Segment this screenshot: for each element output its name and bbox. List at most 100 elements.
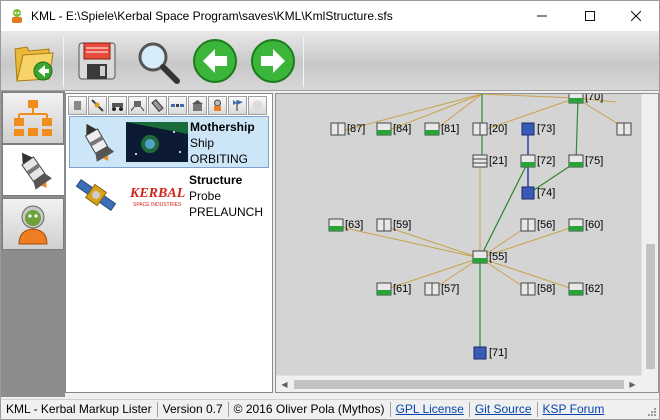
graph-node[interactable]: [70] bbox=[568, 94, 603, 104]
probe-icon bbox=[91, 99, 104, 112]
graph-connections bbox=[335, 94, 629, 354]
part-gray-icon bbox=[616, 122, 632, 136]
graph-node[interactable]: [63] bbox=[328, 218, 363, 232]
vessel-item-mothership[interactable]: Mothership Ship ORBITING bbox=[69, 116, 269, 168]
graph-node[interactable]: [61] bbox=[376, 282, 411, 296]
part-green-icon bbox=[472, 250, 488, 264]
graph-horizontal-scrollbar[interactable]: ◀ ▶ bbox=[276, 375, 641, 392]
part-green-icon bbox=[376, 282, 392, 296]
arrow-right-icon bbox=[251, 39, 295, 83]
kerbal-icon bbox=[18, 205, 48, 245]
scroll-corner bbox=[641, 375, 658, 392]
rover-filter[interactable] bbox=[108, 96, 127, 115]
left-nav bbox=[1, 91, 65, 397]
vessel-state: ORBITING bbox=[190, 152, 249, 166]
git-source-link[interactable]: Git Source bbox=[470, 402, 538, 417]
scroll-thumb[interactable] bbox=[294, 380, 624, 389]
flag-space-image bbox=[126, 122, 188, 162]
ship-icon bbox=[151, 99, 164, 112]
ship-filter[interactable] bbox=[148, 96, 167, 115]
open-button[interactable] bbox=[7, 33, 59, 89]
part-striped-icon bbox=[472, 154, 488, 168]
scroll-left-icon[interactable]: ◀ bbox=[276, 376, 293, 392]
vessel-filter-bar bbox=[68, 96, 270, 116]
maximize-button[interactable] bbox=[567, 1, 613, 31]
scroll-thumb[interactable] bbox=[646, 244, 655, 369]
graph-node[interactable]: [55] bbox=[472, 250, 507, 264]
graph-node[interactable]: [84] bbox=[376, 122, 411, 136]
forward-button[interactable] bbox=[247, 33, 299, 89]
graph-node[interactable]: [58] bbox=[520, 282, 555, 296]
part-green-icon bbox=[376, 122, 392, 136]
unknown-icon bbox=[252, 100, 263, 111]
part-graph-panel[interactable]: [87] [84] [81] [20] [73] [21] [72] [75] … bbox=[275, 93, 659, 393]
lander-filter[interactable] bbox=[128, 96, 147, 115]
graph-node[interactable]: [81] bbox=[424, 122, 459, 136]
vessel-item-structure[interactable]: KERBAL SPACE INDUSTRIES Structure Probe … bbox=[69, 170, 269, 222]
base-filter[interactable] bbox=[188, 96, 207, 115]
graph-vertical-scrollbar[interactable] bbox=[641, 94, 658, 376]
scroll-right-icon[interactable]: ▶ bbox=[624, 376, 641, 392]
rover-icon bbox=[112, 103, 123, 111]
gpl-license-link[interactable]: GPL License bbox=[391, 402, 470, 417]
toolbar bbox=[1, 31, 659, 91]
part-gray-icon bbox=[330, 122, 346, 136]
graph-node[interactable]: [73] bbox=[520, 122, 555, 136]
graph-node[interactable]: [72] bbox=[520, 154, 555, 168]
vessel-list-panel: Mothership Ship ORBITING KERBAL SPACE IN… bbox=[65, 93, 273, 393]
graph-node[interactable]: [74] bbox=[520, 186, 555, 200]
vessels-nav[interactable] bbox=[2, 144, 64, 196]
part-green-icon bbox=[520, 154, 536, 168]
flag-filter[interactable] bbox=[228, 96, 247, 115]
station-icon bbox=[171, 104, 184, 107]
part-green-icon bbox=[424, 122, 440, 136]
toolbar-separator bbox=[303, 35, 304, 87]
vessel-type: Ship bbox=[190, 136, 215, 150]
save-button[interactable] bbox=[71, 33, 123, 89]
rocket-icon bbox=[20, 152, 52, 190]
graph-node[interactable]: [57] bbox=[424, 282, 459, 296]
ksp-forum-link[interactable]: KSP Forum bbox=[538, 402, 610, 417]
graph-node[interactable]: [71] bbox=[472, 346, 507, 360]
status-version: Version 0.7 bbox=[158, 402, 229, 417]
hierarchy-icon bbox=[14, 100, 52, 136]
probe-filter[interactable] bbox=[88, 96, 107, 115]
part-blue-icon bbox=[473, 346, 487, 360]
tree-view-nav[interactable] bbox=[2, 92, 64, 144]
status-copyright: © 2016 Oliver Pola (Mythos) bbox=[229, 402, 391, 417]
part-green-icon bbox=[328, 218, 344, 232]
debris-icon bbox=[74, 101, 81, 110]
close-button[interactable] bbox=[613, 1, 659, 31]
graph-node[interactable]: [21] bbox=[472, 154, 507, 168]
graph-node[interactable]: [20] bbox=[472, 122, 507, 136]
vessel-state: PRELAUNCH bbox=[189, 205, 264, 219]
kerbals-nav[interactable] bbox=[2, 198, 64, 250]
graph-node[interactable] bbox=[616, 122, 632, 136]
minimize-button[interactable] bbox=[519, 1, 565, 31]
search-button[interactable] bbox=[131, 33, 183, 89]
part-gray-icon bbox=[376, 218, 392, 232]
flag-subtext: SPACE INDUSTRIES bbox=[133, 202, 182, 208]
graph-node[interactable]: [62] bbox=[568, 282, 603, 296]
part-green-icon bbox=[568, 154, 584, 168]
part-blue-icon bbox=[521, 186, 535, 200]
unknown-filter[interactable] bbox=[248, 96, 267, 115]
maximize-icon bbox=[585, 11, 595, 21]
graph-node[interactable]: [56] bbox=[520, 218, 555, 232]
status-bar: KML - Kerbal Markup Lister Version 0.7 ©… bbox=[1, 399, 659, 419]
graph-node[interactable]: [60] bbox=[568, 218, 603, 232]
graph-node[interactable]: [59] bbox=[376, 218, 411, 232]
debris-filter[interactable] bbox=[68, 96, 87, 115]
kerbal-flag-image: KERBAL SPACE INDUSTRIES bbox=[129, 186, 185, 208]
toolbar-separator bbox=[63, 35, 64, 87]
vessel-name: Mothership bbox=[190, 120, 255, 134]
station-filter[interactable] bbox=[168, 96, 187, 115]
status-app-name: KML - Kerbal Markup Lister bbox=[1, 402, 158, 417]
ship-icon bbox=[84, 123, 115, 162]
graph-node[interactable]: [87] bbox=[330, 122, 365, 136]
eva-filter[interactable] bbox=[208, 96, 227, 115]
resize-grip-icon[interactable] bbox=[647, 407, 657, 417]
graph-node[interactable]: [75] bbox=[568, 154, 603, 168]
vessel-name: Structure bbox=[189, 173, 243, 187]
back-button[interactable] bbox=[189, 33, 241, 89]
